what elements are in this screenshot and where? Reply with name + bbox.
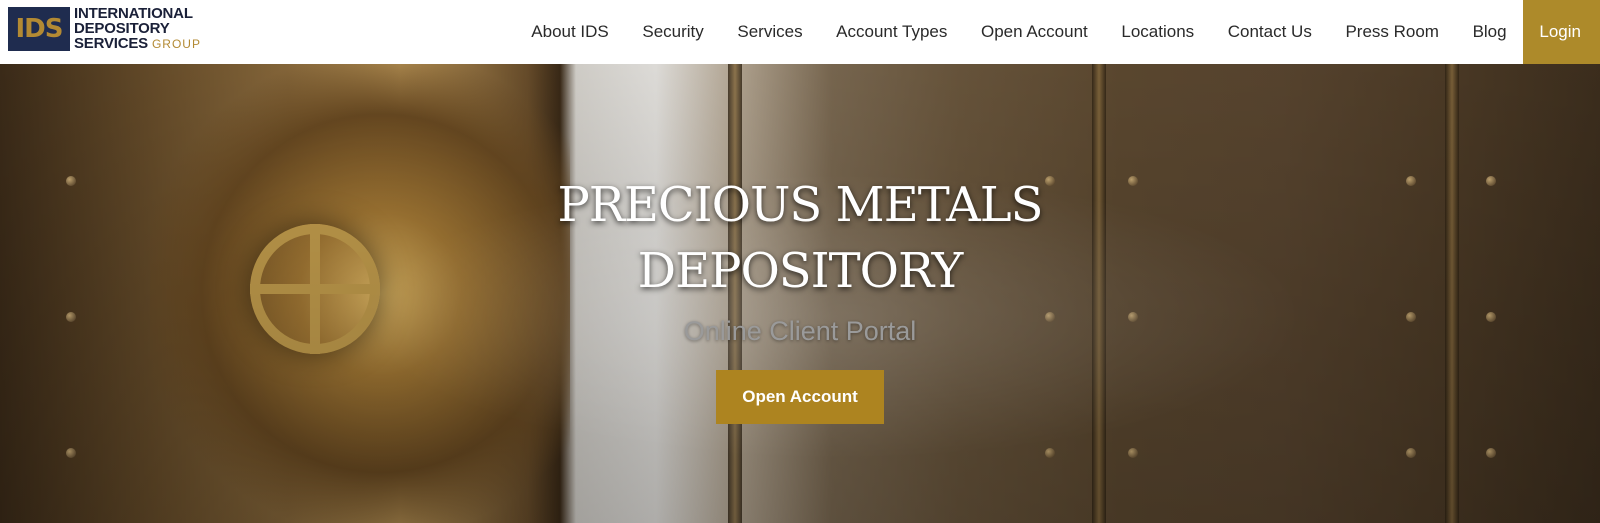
hero-title-line-2: DEPOSITORY (637, 243, 964, 299)
hero-banner: PRECIOUS METALS DEPOSITORY Online Client… (0, 64, 1600, 523)
hero-title: PRECIOUS METALS DEPOSITORY (0, 172, 1600, 304)
nav-about-ids[interactable]: About IDS (514, 0, 625, 64)
nav-contact-us[interactable]: Contact Us (1211, 0, 1329, 64)
main-nav: About IDS Security Services Account Type… (514, 0, 1600, 64)
nav-services[interactable]: Services (721, 0, 820, 64)
logo-line-1: INTERNATIONAL (74, 5, 193, 22)
nav-blog[interactable]: Blog (1456, 0, 1524, 64)
logo-mark: IDS (8, 7, 70, 51)
hero-title-line-1: PRECIOUS METALS (557, 177, 1043, 233)
nav-locations[interactable]: Locations (1105, 0, 1211, 64)
site-header: IDS INTERNATIONAL DEPOSITORY SERVICES GR… (0, 0, 1600, 64)
hero-subtitle: Online Client Portal (683, 316, 917, 346)
login-button[interactable]: Login (1523, 0, 1600, 64)
logo-line-3: SERVICES (74, 35, 148, 52)
logo-wordmark: INTERNATIONAL DEPOSITORY SERVICES GROUP (74, 6, 201, 52)
nav-press-room[interactable]: Press Room (1329, 0, 1456, 64)
ids-logo[interactable]: IDS INTERNATIONAL DEPOSITORY SERVICES GR… (8, 5, 201, 53)
nav-open-account[interactable]: Open Account (964, 0, 1104, 64)
logo-line-2: DEPOSITORY (74, 20, 170, 37)
hero-content: PRECIOUS METALS DEPOSITORY Online Client… (0, 172, 1600, 424)
open-account-button[interactable]: Open Account (716, 370, 884, 424)
logo-group-text: GROUP (151, 37, 201, 51)
logo-mark-text: IDS (15, 14, 64, 44)
nav-account-types[interactable]: Account Types (819, 0, 964, 64)
nav-security[interactable]: Security (626, 0, 721, 64)
